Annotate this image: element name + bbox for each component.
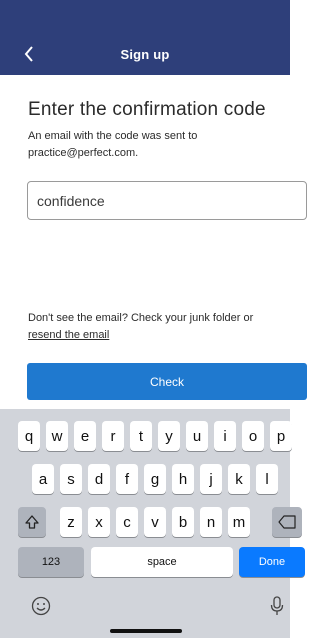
key-l[interactable]: l (256, 464, 278, 494)
microphone-button[interactable] (266, 595, 288, 617)
key-s[interactable]: s (60, 464, 82, 494)
key-r[interactable]: r (102, 421, 124, 451)
key-b[interactable]: b (172, 507, 194, 537)
app-header: Sign up (0, 0, 290, 75)
key-t[interactable]: t (130, 421, 152, 451)
key-e[interactable]: e (74, 421, 96, 451)
help-text: Don't see the email? Check your junk fol… (28, 312, 254, 324)
key-c[interactable]: c (116, 507, 138, 537)
page-title: Sign up (120, 47, 170, 62)
help-text-block: Don't see the email? Check your junk fol… (28, 310, 320, 344)
confirmation-code-input[interactable] (27, 181, 307, 220)
home-indicator (110, 629, 182, 633)
numbers-key[interactable]: 123 (18, 547, 84, 577)
key-o[interactable]: o (242, 421, 264, 451)
key-w[interactable]: w (46, 421, 68, 451)
key-n[interactable]: n (200, 507, 222, 537)
key-k[interactable]: k (228, 464, 250, 494)
shift-key[interactable] (18, 507, 46, 537)
check-button[interactable]: Check (27, 363, 307, 400)
key-y[interactable]: y (158, 421, 180, 451)
backspace-icon (278, 515, 296, 529)
on-screen-keyboard: qwertyuiop asdfghjkl zxcvbnm 123 space D… (0, 409, 305, 638)
confirmation-description: An email with the code was sent to pract… (28, 130, 198, 159)
key-f[interactable]: f (116, 464, 138, 494)
confirmation-heading: Enter the confirmation code (28, 99, 266, 120)
key-d[interactable]: d (88, 464, 110, 494)
emoji-icon (31, 596, 51, 616)
key-z[interactable]: z (60, 507, 82, 537)
key-m[interactable]: m (228, 507, 250, 537)
key-u[interactable]: u (186, 421, 208, 451)
microphone-icon (270, 596, 284, 615)
key-p[interactable]: p (270, 421, 292, 451)
backspace-key[interactable] (272, 507, 302, 537)
key-a[interactable]: a (32, 464, 54, 494)
key-v[interactable]: v (144, 507, 166, 537)
key-i[interactable]: i (214, 421, 236, 451)
key-h[interactable]: h (172, 464, 194, 494)
done-key[interactable]: Done (239, 547, 305, 577)
key-j[interactable]: j (200, 464, 222, 494)
key-x[interactable]: x (88, 507, 110, 537)
space-key[interactable]: space (91, 547, 233, 577)
resend-email-link[interactable]: resend the email (28, 329, 109, 341)
shift-icon (25, 515, 39, 529)
key-g[interactable]: g (144, 464, 166, 494)
key-q[interactable]: q (18, 421, 40, 451)
emoji-button[interactable] (30, 595, 52, 617)
